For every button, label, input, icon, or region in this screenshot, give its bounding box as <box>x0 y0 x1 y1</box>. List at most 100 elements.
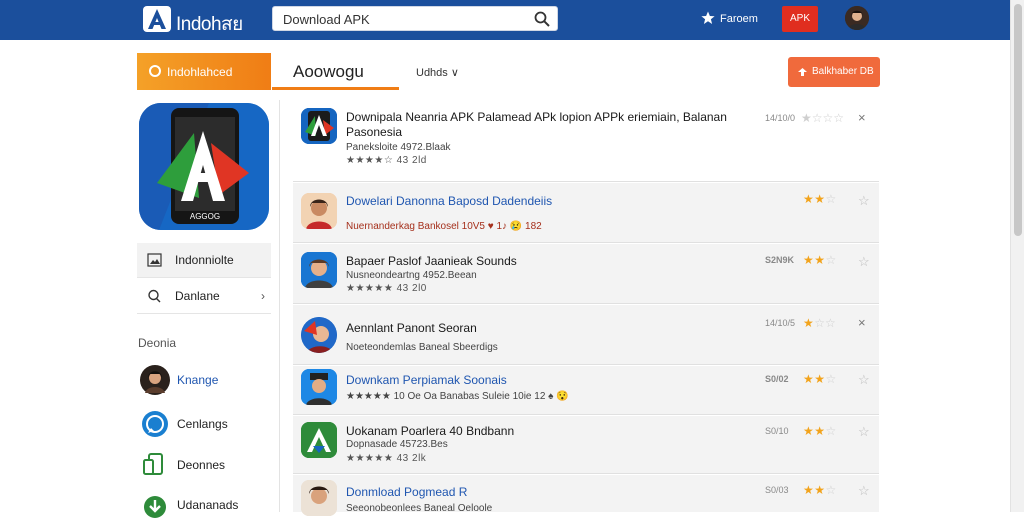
list-item[interactable]: Dowelari Danonna Baposd Dadendeiis Nuern… <box>293 183 879 243</box>
column-divider <box>279 100 280 512</box>
search-input[interactable]: Download APK <box>283 12 370 27</box>
item-subtitle: Noeteondemlas Baneal Sbeerdigs <box>346 342 498 353</box>
item-subtitle: Dopnasade 45723.Bes <box>346 439 448 450</box>
close-icon[interactable]: × <box>858 110 866 125</box>
bookmark-icon[interactable]: ☆ <box>858 372 870 388</box>
sidebar-item-label: Indonniolte <box>175 253 234 267</box>
bookmark-icon[interactable]: ☆ <box>858 193 870 209</box>
item-title[interactable]: Bapaer Paslof Jaanieak Sounds <box>346 254 517 268</box>
person-avatar-icon <box>301 480 337 516</box>
favorites-link[interactable]: Faroem <box>720 13 758 25</box>
item-date: 14/10/0 <box>765 113 796 123</box>
item-star-rating[interactable]: ★★☆ <box>803 483 836 497</box>
share-label: Balkhaber DB <box>812 66 874 77</box>
person-avatar-icon <box>301 252 337 288</box>
person-avatar-icon <box>301 193 337 229</box>
divider <box>137 277 271 278</box>
item-star-rating[interactable]: ★★☆ <box>803 253 836 267</box>
search-box[interactable]: Download APK <box>272 6 558 31</box>
page-scrollbar[interactable] <box>1010 0 1024 512</box>
divider <box>137 313 271 314</box>
item-star-rating[interactable]: ★☆☆☆ <box>801 111 844 125</box>
apk-button[interactable]: APK <box>782 6 818 32</box>
list-item[interactable]: Bapaer Paslof Jaanieak Sounds Nusneondea… <box>293 244 879 304</box>
bookmark-icon[interactable]: ☆ <box>858 254 870 270</box>
category-label: Deonnes <box>177 458 226 472</box>
tab-indonesia[interactable]: Indohlahced <box>137 53 271 90</box>
sidebar-item-label: Danlane <box>175 289 220 303</box>
sidebar-item-danlane[interactable]: Danlane › <box>137 279 271 313</box>
app-icon <box>301 422 337 458</box>
app-icon <box>301 480 337 516</box>
item-title[interactable]: Uokanam Poarlera 40 Bndbann <box>346 424 514 438</box>
category-label: Cenlangs <box>177 417 228 431</box>
item-star-rating[interactable]: ★☆☆ <box>803 316 836 330</box>
search-icon <box>148 289 161 303</box>
person-avatar-icon <box>301 317 337 353</box>
app-logo-icon <box>301 422 337 458</box>
item-title-text: Bapaer Paslof Jaanieak Sounds <box>346 254 517 268</box>
person-avatar-icon <box>301 369 337 405</box>
item-date: S0/10 <box>765 426 789 436</box>
share-button[interactable]: Balkhaber DB <box>788 57 880 87</box>
star-icon[interactable] <box>701 11 715 25</box>
app-icon <box>301 193 337 229</box>
category-label: Udananads <box>177 498 239 512</box>
brand-name[interactable]: Indohสย <box>176 9 243 39</box>
item-star-rating[interactable]: ★★☆ <box>803 372 836 386</box>
app-icon <box>301 317 337 353</box>
item-subtitle: Nuernanderkag Bankosel 10V5 ♥ 1♪ 😢 182 <box>346 221 542 232</box>
sidebar-item-indonesia[interactable]: Indonniolte <box>137 243 271 277</box>
list-item[interactable]: Uokanam Poarlera 40 Bndbann Dopnasade 45… <box>293 416 879 474</box>
app-logo-icon <box>301 108 337 144</box>
tab-download[interactable]: Aoowogu <box>272 53 399 90</box>
circle-icon <box>149 65 161 77</box>
item-title[interactable]: Donmload Pogmead R <box>346 485 467 499</box>
app-hero-icon[interactable]: AGGOG <box>139 103 269 230</box>
item-title[interactable]: Downkam Perpiamak Soonais <box>346 373 507 387</box>
app-logo-icon[interactable] <box>143 6 171 32</box>
scrollbar-thumb[interactable] <box>1014 4 1022 236</box>
chevron-right-icon: › <box>261 289 265 303</box>
item-date: 14/10/5 <box>765 318 796 328</box>
list-item[interactable]: Downkam Perpiamak Soonais ★★★★★ 10 Oe Oa… <box>293 366 879 415</box>
phone-app-icon: AGGOG <box>139 103 269 230</box>
tab-label: Indohlahced <box>167 65 233 79</box>
list-item[interactable]: Downipala Neanria APK Palamead APk lopio… <box>293 100 879 182</box>
app-icon <box>301 369 337 405</box>
item-title[interactable]: Dowelari Danonna Baposd Dadendeiis <box>346 194 552 208</box>
user-avatar-icon <box>845 6 869 30</box>
item-date: S0/03 <box>765 485 789 495</box>
bookmark-icon[interactable]: ☆ <box>858 483 870 499</box>
section-heading: Deonia <box>138 336 177 350</box>
search-icon[interactable] <box>533 10 551 28</box>
item-rating: ★★★★☆ 43 2ld <box>346 155 427 166</box>
download-icon <box>144 496 166 518</box>
list-item[interactable]: Donmload Pogmead R Seeonobeonlees Baneal… <box>293 475 879 516</box>
item-title[interactable]: Downipala Neanria APK Palamead APk lopio… <box>346 110 786 140</box>
item-subtitle: Paneksloite 4972.Blaak <box>346 142 451 153</box>
item-date: S2N9K <box>765 255 795 265</box>
item-title[interactable]: Aennlant Panont Seoran <box>346 321 477 335</box>
top-bar: Indohสย Download APK Faroem APK <box>0 0 1010 40</box>
item-star-rating[interactable]: ★★☆ <box>803 192 836 206</box>
item-subtitle: ★★★★★ 10 Oe Oa Banabas Suleie 10ie 12 ♠ … <box>346 391 569 402</box>
category-label: Knange <box>177 373 219 387</box>
devices-icon <box>143 453 163 475</box>
user-avatar[interactable] <box>845 6 869 30</box>
share-arrow-icon <box>798 68 807 76</box>
svg-text:AGGOG: AGGOG <box>190 212 220 221</box>
item-subtitle: Nusneondeartng 4952.Beean <box>346 270 477 281</box>
close-icon[interactable]: × <box>858 315 866 330</box>
person-avatar-icon <box>140 365 170 395</box>
item-subtitle: Seeonobeonlees Baneal Oeloole <box>346 503 493 514</box>
item-date: S0/02 <box>765 374 789 384</box>
bookmark-icon[interactable]: ☆ <box>858 424 870 440</box>
chat-bubble-icon <box>142 411 168 437</box>
filter-dropdown[interactable]: Udhds ∨ <box>416 66 459 79</box>
item-rating: ★★★★★ 43 2lk <box>346 453 427 464</box>
tab-label: Aoowogu <box>293 62 364 81</box>
app-icon <box>301 108 337 144</box>
list-item[interactable]: Aennlant Panont Seoran Noeteondemlas Ban… <box>293 305 879 365</box>
item-star-rating[interactable]: ★★☆ <box>803 424 836 438</box>
